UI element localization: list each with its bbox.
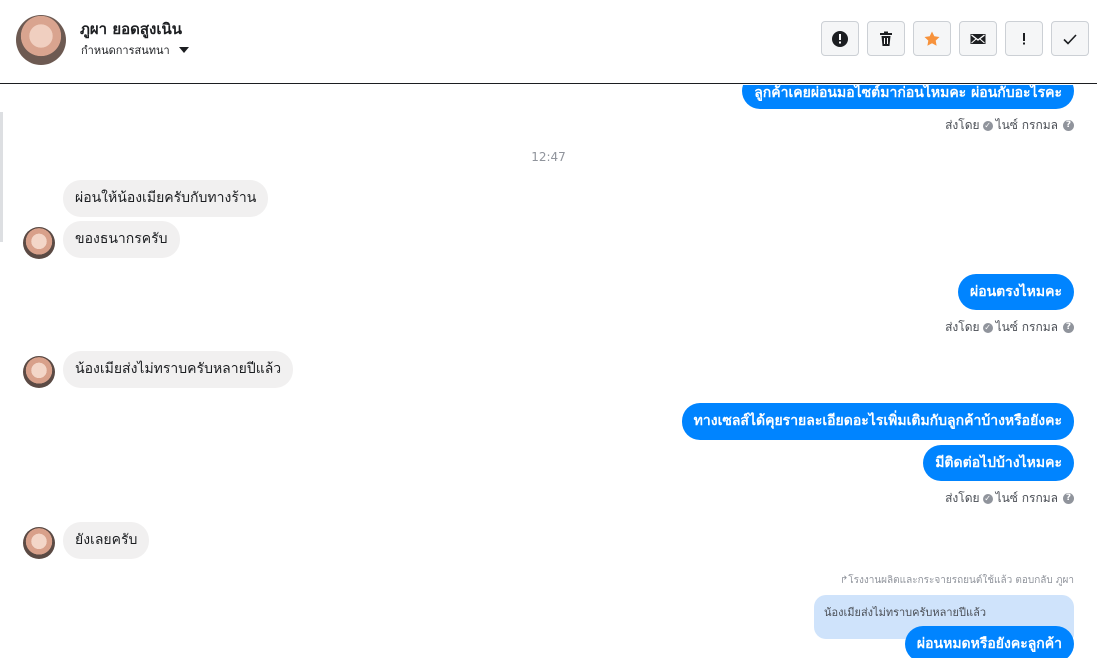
sent-by-info: ส่งโดย ✓ ไนซ์ กรกมล ? [945, 318, 1074, 337]
outgoing-message[interactable]: ผ่อนหมดหรือยังคะลูกค้า [904, 626, 1074, 658]
verified-icon: ✓ [982, 322, 993, 333]
help-icon[interactable]: ? [1063, 120, 1074, 131]
reply-context-label: โรงงานผลิตและกระจายรถยนต์ใช้แล้ว ตอบกลับ… [848, 575, 1074, 586]
sender-name[interactable]: ไนซ์ กรกมล [996, 489, 1058, 508]
outgoing-message[interactable]: ทางเซลส์ได้คุยรายละเอียดอะไรเพิ่มเติมกับ… [681, 403, 1074, 440]
sender-name[interactable]: ไนซ์ กรกมล [996, 318, 1058, 337]
verified-icon: ✓ [982, 493, 993, 504]
help-icon[interactable]: ? [1063, 322, 1074, 333]
message-thread[interactable]: ลูกค้าเคยผ่อนมอไซต์มาก่อนไหมคะ ผ่อนกับอะ… [0, 85, 1097, 658]
conversation-schedule-dropdown[interactable]: กำหนดการสนทนา [81, 41, 189, 59]
outgoing-message[interactable]: มีติดต่อไปบ้างไหมคะ [923, 445, 1074, 481]
check-icon [1063, 33, 1077, 45]
caret-down-icon [178, 47, 189, 53]
trash-icon [880, 31, 892, 46]
envelope-icon [970, 33, 986, 44]
verified-icon: ✓ [982, 120, 993, 131]
action-toolbar [821, 21, 1089, 56]
star-button[interactable] [913, 21, 951, 56]
sender-name[interactable]: ไนซ์ กรกมล [996, 116, 1058, 135]
contact-name[interactable]: ภูผา ยอดสูงเนิน [80, 17, 182, 41]
help-icon[interactable]: ? [1063, 493, 1074, 504]
star-icon [924, 31, 940, 46]
alert-circle-icon [832, 30, 848, 47]
delete-button[interactable] [867, 21, 905, 56]
mark-unread-button[interactable] [959, 21, 997, 56]
mark-done-button[interactable] [1051, 21, 1089, 56]
sent-by-label: ส่งโดย [945, 118, 980, 132]
reply-context: ↱โรงงานผลิตและกระจายรถยนต์ใช้แล้ว ตอบกลั… [840, 573, 1074, 588]
contact-avatar-small[interactable] [23, 227, 55, 259]
sent-by-label: ส่งโดย [945, 320, 980, 334]
timestamp: 12:47 [531, 150, 566, 164]
incoming-message[interactable]: ยังเลยครับ [63, 522, 150, 559]
sent-by-info: ส่งโดย ✓ ไนซ์ กรกมล ? [945, 489, 1074, 508]
mark-important-button[interactable] [1005, 21, 1043, 56]
outgoing-message[interactable]: ผ่อนตรงไหมคะ [957, 274, 1074, 310]
incoming-message[interactable]: ของธนากรครับ [63, 221, 180, 258]
contact-avatar-small[interactable] [23, 527, 55, 559]
sent-by-label: ส่งโดย [945, 491, 980, 505]
incoming-message[interactable]: น้องเมียส่งไม่ทราบครับหลายปีแล้ว [63, 351, 294, 388]
contact-avatar-small[interactable] [23, 356, 55, 388]
conversation-header: ภูผา ยอดสูงเนิน กำหนดการสนทนา [0, 0, 1097, 84]
schedule-label: กำหนดการสนทนา [81, 44, 170, 57]
reply-arrow-icon: ↱ [839, 575, 849, 586]
contact-avatar[interactable] [16, 15, 66, 65]
incoming-message[interactable]: ผ่อนให้น้องเมียครับกับทางร้าน [63, 180, 269, 217]
exclamation-icon [1023, 32, 1025, 44]
mark-spam-button[interactable] [821, 21, 859, 56]
outgoing-message[interactable]: ลูกค้าเคยผ่อนมอไซต์มาก่อนไหมคะ ผ่อนกับอะ… [742, 85, 1074, 109]
sent-by-info: ส่งโดย ✓ ไนซ์ กรกมล ? [945, 116, 1074, 135]
